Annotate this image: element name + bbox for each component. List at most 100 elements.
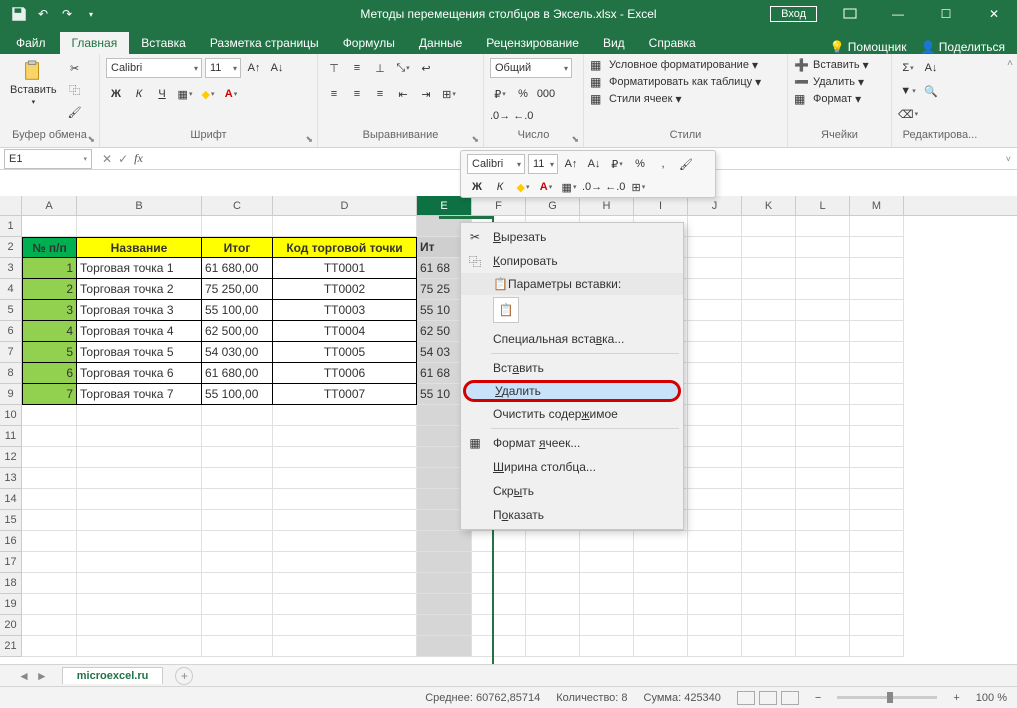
col-header-F[interactable]: F <box>472 196 526 215</box>
mini-percent-icon[interactable]: % <box>630 154 650 174</box>
clipboard-launcher-icon[interactable]: ⬊ <box>87 134 95 145</box>
paste-button[interactable]: Вставить ▾ <box>6 58 61 108</box>
cell[interactable] <box>273 552 417 573</box>
cell[interactable] <box>273 447 417 468</box>
cell[interactable] <box>742 531 796 552</box>
cell[interactable]: ТТ0007 <box>273 384 417 405</box>
cell[interactable] <box>850 636 904 657</box>
cell[interactable] <box>850 384 904 405</box>
signin-button[interactable]: Вход <box>770 6 817 22</box>
cell[interactable] <box>417 594 472 615</box>
maximize-icon[interactable]: ☐ <box>923 0 969 28</box>
cell[interactable] <box>742 594 796 615</box>
delete-cells-button[interactable]: ➖Удалить ▾ <box>794 75 885 89</box>
prev-sheet-icon[interactable]: ◄ <box>18 669 30 683</box>
increase-indent-icon[interactable]: ⇥ <box>416 84 436 104</box>
row-header[interactable]: 9 <box>0 384 22 405</box>
format-cells-button[interactable]: ▦Формат ▾ <box>794 92 885 106</box>
font-launcher-icon[interactable]: ⬊ <box>305 134 313 145</box>
cell[interactable] <box>202 426 273 447</box>
cell[interactable] <box>77 531 202 552</box>
cell[interactable] <box>688 615 742 636</box>
cell[interactable] <box>22 216 77 237</box>
cell[interactable] <box>796 258 850 279</box>
cell[interactable] <box>472 552 526 573</box>
zoom-in-icon[interactable]: + <box>953 692 959 704</box>
cell[interactable] <box>796 237 850 258</box>
cell[interactable] <box>688 468 742 489</box>
cell[interactable] <box>850 279 904 300</box>
cell[interactable] <box>850 531 904 552</box>
cell[interactable] <box>688 594 742 615</box>
cell[interactable] <box>742 342 796 363</box>
row-header[interactable]: 6 <box>0 321 22 342</box>
row-header[interactable]: 11 <box>0 426 22 447</box>
mini-format-painter-icon[interactable]: 🖌 <box>676 154 696 174</box>
tab-review[interactable]: Рецензирование <box>474 32 591 54</box>
cell[interactable] <box>273 510 417 531</box>
cell[interactable]: 75 250,00 <box>202 279 273 300</box>
cell[interactable] <box>796 615 850 636</box>
cell[interactable] <box>796 384 850 405</box>
underline-button[interactable]: Ч <box>152 84 172 104</box>
zoom-out-icon[interactable]: − <box>815 692 821 704</box>
format-as-table-button[interactable]: ▦Форматировать как таблицу ▾ <box>590 75 781 89</box>
cell[interactable] <box>688 636 742 657</box>
cell[interactable] <box>77 405 202 426</box>
mini-fill-icon[interactable]: ◆ <box>513 177 533 197</box>
row-header[interactable]: 15 <box>0 510 22 531</box>
wrap-text-icon[interactable]: ↩ <box>416 58 436 78</box>
cell[interactable] <box>688 531 742 552</box>
mini-increase-font-icon[interactable]: A↑ <box>561 154 581 174</box>
cell[interactable] <box>742 552 796 573</box>
cell[interactable] <box>526 615 580 636</box>
cell[interactable]: ТТ0003 <box>273 300 417 321</box>
cell[interactable]: Торговая точка 6 <box>77 363 202 384</box>
cell[interactable] <box>472 615 526 636</box>
cell[interactable] <box>688 279 742 300</box>
cell[interactable] <box>742 468 796 489</box>
autosum-icon[interactable]: Σ <box>898 58 918 78</box>
sort-filter-icon[interactable]: A↓ <box>921 58 941 78</box>
align-middle-icon[interactable]: ≡ <box>347 58 367 78</box>
enter-formula-icon[interactable]: ✓ <box>118 152 128 166</box>
cell[interactable]: Код торговой точки <box>273 237 417 258</box>
cell[interactable] <box>796 405 850 426</box>
cell[interactable] <box>850 447 904 468</box>
cell[interactable] <box>202 636 273 657</box>
cut-icon[interactable]: ✂ <box>65 58 85 78</box>
cell[interactable] <box>688 447 742 468</box>
tab-help[interactable]: Справка <box>637 32 708 54</box>
cell[interactable]: ТТ0006 <box>273 363 417 384</box>
row-header[interactable]: 1 <box>0 216 22 237</box>
bold-button[interactable]: Ж <box>106 84 126 104</box>
cell[interactable] <box>634 552 688 573</box>
cell[interactable] <box>273 489 417 510</box>
cell[interactable] <box>202 531 273 552</box>
cell[interactable] <box>850 237 904 258</box>
accounting-icon[interactable]: ₽ <box>490 84 510 104</box>
comma-icon[interactable]: 000 <box>536 84 556 104</box>
cell[interactable] <box>742 216 796 237</box>
cell[interactable] <box>202 552 273 573</box>
cell[interactable] <box>796 363 850 384</box>
cell[interactable] <box>417 552 472 573</box>
cell[interactable]: 55 100,00 <box>202 300 273 321</box>
cell[interactable] <box>580 636 634 657</box>
cell[interactable] <box>273 531 417 552</box>
cell[interactable] <box>77 552 202 573</box>
tab-view[interactable]: Вид <box>591 32 637 54</box>
cancel-formula-icon[interactable]: ✕ <box>102 152 112 166</box>
cell[interactable] <box>688 258 742 279</box>
row-header[interactable]: 21 <box>0 636 22 657</box>
cell[interactable] <box>796 447 850 468</box>
cell[interactable]: 61 680,00 <box>202 363 273 384</box>
italic-button[interactable]: К <box>129 84 149 104</box>
align-right-icon[interactable]: ≡ <box>370 84 390 104</box>
cell[interactable] <box>22 594 77 615</box>
redo-icon[interactable]: ↷ <box>58 5 76 23</box>
cell[interactable] <box>22 468 77 489</box>
cell[interactable] <box>526 573 580 594</box>
cell[interactable] <box>202 216 273 237</box>
cell[interactable] <box>22 447 77 468</box>
